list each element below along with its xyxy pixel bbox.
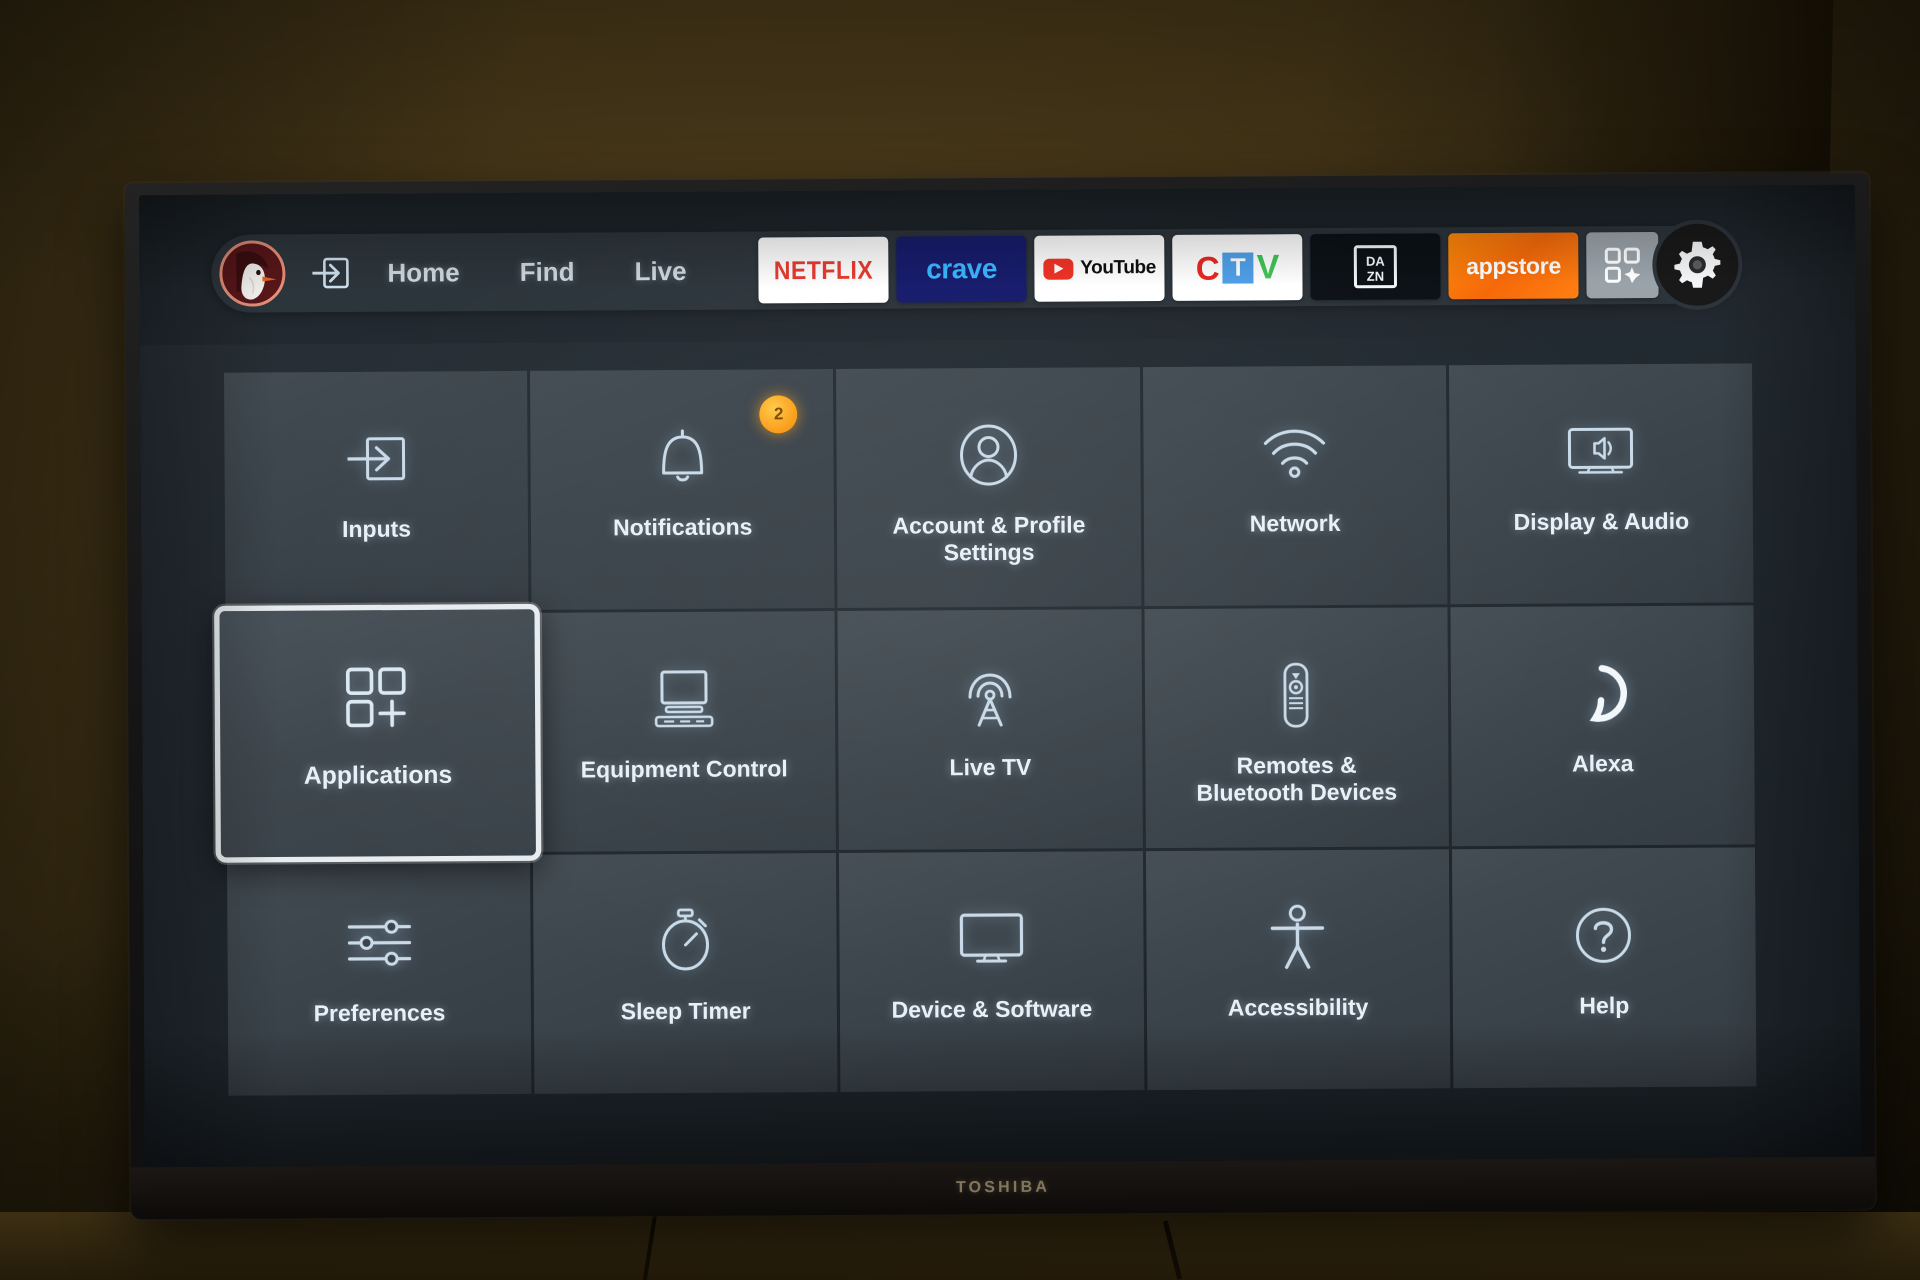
- tile-label: Sleep Timer: [620, 997, 751, 1025]
- app-tile-ctv[interactable]: C T V: [1172, 234, 1303, 301]
- tile-display-audio[interactable]: Display & Audio: [1448, 363, 1754, 605]
- tile-label: Remotes & Bluetooth Devices: [1196, 751, 1398, 806]
- tv-chin: TOSHIBA: [130, 1156, 1876, 1220]
- app-tile-appstore[interactable]: appstore: [1448, 232, 1579, 300]
- apps-grid-plus-icon: [1604, 247, 1641, 284]
- gear-icon: [1674, 241, 1721, 288]
- person-circle-icon: [956, 420, 1020, 490]
- app-shortcut-strip: NETFLIX crave YouTube C T V DA ZN appsto…: [758, 231, 1659, 304]
- all-apps-button[interactable]: [1586, 231, 1659, 299]
- tv-bezel: Home Find Live NETFLIX crave YouTube C T…: [138, 184, 1861, 1168]
- app-tile-crave[interactable]: crave: [896, 235, 1027, 303]
- tile-label: Help: [1579, 992, 1630, 1019]
- tile-alexa[interactable]: Alexa: [1450, 605, 1755, 847]
- svg-text:DA: DA: [1366, 254, 1385, 269]
- alexa-ring-icon: [1571, 658, 1633, 728]
- tile-label: Inputs: [341, 515, 412, 543]
- tile-preferences[interactable]: Preferences: [226, 854, 532, 1096]
- tile-label: Device & Software: [891, 995, 1093, 1023]
- input-arrow-icon: [312, 257, 349, 289]
- top-bar-background: Home Find Live NETFLIX crave YouTube C T…: [138, 184, 1856, 346]
- television: Home Find Live NETFLIX crave YouTube C T…: [124, 172, 1876, 1220]
- input-source-button[interactable]: [303, 246, 357, 300]
- tv-screen: Home Find Live NETFLIX crave YouTube C T…: [138, 184, 1861, 1168]
- dazn-logo-icon: DA ZN: [1353, 245, 1398, 289]
- nav-item-live[interactable]: Live: [604, 255, 716, 287]
- appstore-logo-text: appstore: [1466, 252, 1561, 279]
- tv-icon: [955, 904, 1027, 974]
- tile-equipment-control[interactable]: Equipment Control: [531, 611, 837, 852]
- monitor-keyboard-icon: [650, 664, 718, 734]
- tv-speaker-icon: [1564, 416, 1638, 486]
- wifi-icon: [1259, 418, 1329, 488]
- tile-accessibility[interactable]: Accessibility: [1145, 849, 1451, 1091]
- ctv-logo-t: T: [1222, 251, 1254, 284]
- tile-sleep-timer[interactable]: Sleep Timer: [533, 853, 838, 1094]
- tile-label: Alexa: [1572, 750, 1634, 777]
- bird-avatar-icon: [222, 243, 283, 304]
- avatar[interactable]: [219, 240, 286, 307]
- app-tile-dazn[interactable]: DA ZN: [1310, 233, 1441, 301]
- tile-label: Display & Audio: [1513, 507, 1690, 535]
- tile-device-software[interactable]: Device & Software: [839, 851, 1145, 1092]
- tile-inputs[interactable]: Inputs: [224, 370, 529, 612]
- crave-logo-text: crave: [926, 253, 997, 285]
- settings-grid: Inputs 2 Notifications Account & Profile…: [214, 363, 1757, 1096]
- nav-item-find[interactable]: Find: [490, 256, 605, 288]
- tile-help[interactable]: Help: [1451, 847, 1757, 1089]
- svg-text:ZN: ZN: [1367, 269, 1384, 284]
- tile-label: Account & Profile Settings: [892, 511, 1086, 566]
- bell-icon: [651, 422, 713, 492]
- remote-control-icon: [1276, 660, 1316, 730]
- tile-label: Network: [1249, 509, 1341, 537]
- tile-label: Preferences: [313, 999, 446, 1027]
- sliders-icon: [344, 908, 414, 978]
- netflix-logo-text: NETFLIX: [773, 254, 874, 285]
- nav-item-home[interactable]: Home: [357, 257, 489, 289]
- tile-account-profile-settings[interactable]: Account & Profile Settings: [836, 367, 1142, 608]
- floor-strip: [0, 1212, 1920, 1280]
- notification-badge: 2: [759, 395, 798, 434]
- tile-label: Live TV: [949, 753, 1032, 781]
- ctv-logo-v: V: [1256, 248, 1280, 287]
- tile-applications[interactable]: Applications: [214, 603, 542, 863]
- tile-network[interactable]: Network: [1142, 365, 1448, 607]
- room-scene: Home Find Live NETFLIX crave YouTube C T…: [0, 0, 1920, 1280]
- ctv-logo-c: C: [1195, 249, 1220, 287]
- tile-label: Applications: [303, 760, 453, 790]
- app-tile-youtube[interactable]: YouTube: [1034, 234, 1165, 302]
- brand-logo: TOSHIBA: [955, 1178, 1051, 1197]
- tile-notifications[interactable]: 2 Notifications: [530, 369, 835, 610]
- tile-label: Equipment Control: [580, 755, 788, 783]
- app-tile-netflix[interactable]: NETFLIX: [758, 236, 889, 304]
- broadcast-tower-icon: [958, 662, 1022, 732]
- question-circle-icon: [1573, 900, 1635, 970]
- tile-label: Notifications: [613, 513, 753, 541]
- apps-grid-plus-icon: [341, 662, 415, 738]
- stopwatch-icon: [655, 906, 715, 976]
- input-arrow-icon: [343, 424, 409, 494]
- tile-live-tv[interactable]: Live TV: [837, 609, 1143, 850]
- tile-remotes-bluetooth-devices[interactable]: Remotes & Bluetooth Devices: [1144, 607, 1449, 849]
- youtube-play-icon: [1043, 258, 1074, 280]
- top-navigation-bar: Home Find Live NETFLIX crave YouTube C T…: [211, 223, 1739, 313]
- accessibility-person-icon: [1267, 902, 1327, 972]
- settings-button[interactable]: [1656, 223, 1739, 306]
- tile-label: Accessibility: [1227, 993, 1369, 1021]
- youtube-logo-text: YouTube: [1080, 257, 1156, 279]
